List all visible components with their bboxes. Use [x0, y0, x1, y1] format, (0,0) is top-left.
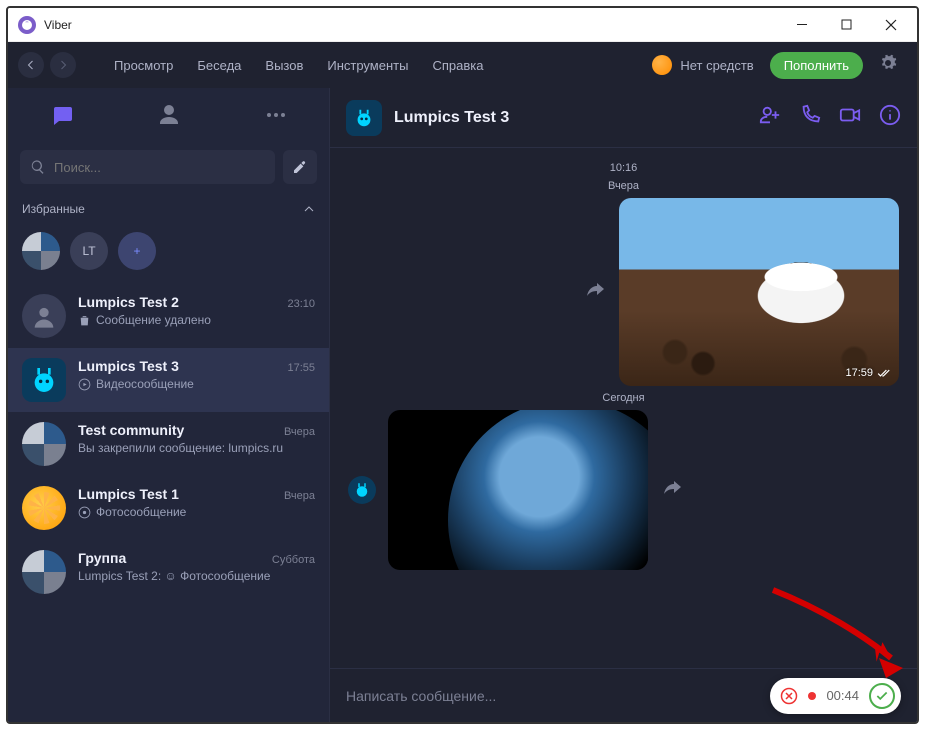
favorites-header[interactable]: Избранные [8, 192, 329, 226]
message-out: 17:59 [348, 198, 899, 386]
chat-item-avatar [22, 550, 66, 594]
menubar: ПросмотрБеседаВызовИнструментыСправка Не… [8, 42, 917, 88]
chat-item-time: 17:55 [287, 362, 315, 374]
coin-icon [652, 55, 672, 75]
day-marker-yesterday: Вчера [348, 180, 899, 192]
chat-panel: Lumpics Test 3 10:16 Вчера 17:59 [330, 88, 917, 722]
message-in: 17:55 [348, 410, 899, 570]
nav-back-button[interactable] [18, 52, 44, 78]
add-favorite-button[interactable]: + [118, 232, 156, 270]
forward-button[interactable] [660, 476, 684, 505]
chat-list-item[interactable]: Lumpics Test 3 17:55 Видеосообщение [8, 348, 329, 412]
chat-item-time: 23:10 [287, 298, 315, 310]
window-title: Viber [44, 18, 72, 32]
chat-item-time: Вчера [284, 426, 315, 438]
favorite-item[interactable]: LT [70, 232, 108, 270]
search-icon [30, 159, 46, 175]
chevron-up-icon [303, 203, 315, 215]
chat-item-name: Lumpics Test 3 [78, 358, 279, 374]
chat-item-preview: Lumpics Test 2: ☺ Фотосообщение [78, 569, 315, 583]
chat-item-avatar [22, 358, 66, 402]
sender-avatar[interactable] [348, 476, 376, 504]
chat-avatar[interactable] [346, 100, 382, 136]
chat-item-avatar [22, 294, 66, 338]
menu-просмотр[interactable]: Просмотр [102, 52, 185, 79]
recording-dot-icon [808, 692, 816, 700]
chat-item-avatar [22, 486, 66, 530]
voice-recording-pill: 00:44 [770, 678, 901, 714]
image-message[interactable]: 17:59 [619, 198, 899, 386]
nav-forward-button[interactable] [50, 52, 76, 78]
forward-button[interactable] [583, 278, 607, 307]
send-recording-button[interactable] [869, 683, 895, 709]
voice-call-button[interactable] [799, 104, 821, 131]
settings-button[interactable] [879, 54, 897, 77]
maximize-button[interactable] [825, 10, 869, 40]
recording-timer: 00:44 [826, 688, 859, 703]
chat-list-item[interactable]: Группа Суббота Lumpics Test 2: ☺ Фотосообщ… [8, 540, 329, 604]
chat-item-name: Test community [78, 422, 276, 438]
message-time: 17:55 [612, 552, 640, 564]
balance-label: Нет средств [680, 58, 753, 73]
message-time: 17:59 [845, 367, 873, 379]
sidebar: Избранные LT + Lumpics Test 2 23:10 Сообщен… [8, 88, 330, 722]
chat-item-preview: Видеосообщение [78, 377, 315, 391]
balance-indicator[interactable]: Нет средств [652, 55, 753, 75]
search-input[interactable] [54, 160, 265, 175]
topup-button[interactable]: Пополнить [770, 52, 863, 79]
message-input-bar: Написать сообщение... 00:44 [330, 668, 917, 722]
chat-item-time: Вчера [284, 490, 315, 502]
delivered-icon [877, 366, 891, 380]
time-marker: 10:16 [348, 162, 899, 174]
chat-item-avatar [22, 422, 66, 466]
chat-item-time: Суббота [272, 554, 315, 566]
add-participant-button[interactable] [759, 104, 781, 131]
tab-contacts[interactable] [149, 95, 189, 135]
video-call-button[interactable] [839, 104, 861, 131]
search-input-wrap[interactable] [20, 150, 275, 184]
chat-item-preview: Вы закрепили сообщение: lumpics.ru [78, 441, 315, 455]
chat-title: Lumpics Test 3 [394, 109, 509, 127]
chat-item-preview: Фотосообщение [78, 505, 315, 519]
chat-item-name: Lumpics Test 2 [78, 294, 279, 310]
app-icon [18, 16, 36, 34]
message-input-placeholder[interactable]: Написать сообщение... [346, 688, 770, 704]
message-list: 10:16 Вчера 17:59 Сегодня [330, 148, 917, 668]
tab-more[interactable] [256, 95, 296, 135]
close-button[interactable] [869, 10, 913, 40]
compose-button[interactable] [283, 150, 317, 184]
chat-header: Lumpics Test 3 [330, 88, 917, 148]
favorites-label: Избранные [22, 202, 85, 216]
window-titlebar: Viber [8, 8, 917, 42]
chat-item-preview: Сообщение удалено [78, 313, 315, 327]
favorite-item[interactable] [22, 232, 60, 270]
chat-item-name: Lumpics Test 1 [78, 486, 276, 502]
minimize-button[interactable] [781, 10, 825, 40]
chat-info-button[interactable] [879, 104, 901, 131]
image-message[interactable]: 17:55 [388, 410, 648, 570]
favorites-row: LT + [8, 226, 329, 284]
menu-беседа[interactable]: Беседа [185, 52, 253, 79]
chat-item-name: Группа [78, 550, 264, 566]
day-marker-today: Сегодня [348, 392, 899, 404]
cancel-recording-button[interactable] [780, 687, 798, 705]
chat-list-item[interactable]: Lumpics Test 1 Вчера Фотосообщение [8, 476, 329, 540]
menu-справка[interactable]: Справка [420, 52, 495, 79]
chat-list-item[interactable]: Test community Вчера Вы закрепили сообщени… [8, 412, 329, 476]
menu-инструменты[interactable]: Инструменты [315, 52, 420, 79]
chat-list: Lumpics Test 223:10Сообщение удаленоLump… [8, 284, 329, 722]
tab-chats[interactable] [42, 95, 82, 135]
chat-list-item[interactable]: Lumpics Test 2 23:10 Сообщение удалено [8, 284, 329, 348]
menu-вызов[interactable]: Вызов [253, 52, 315, 79]
